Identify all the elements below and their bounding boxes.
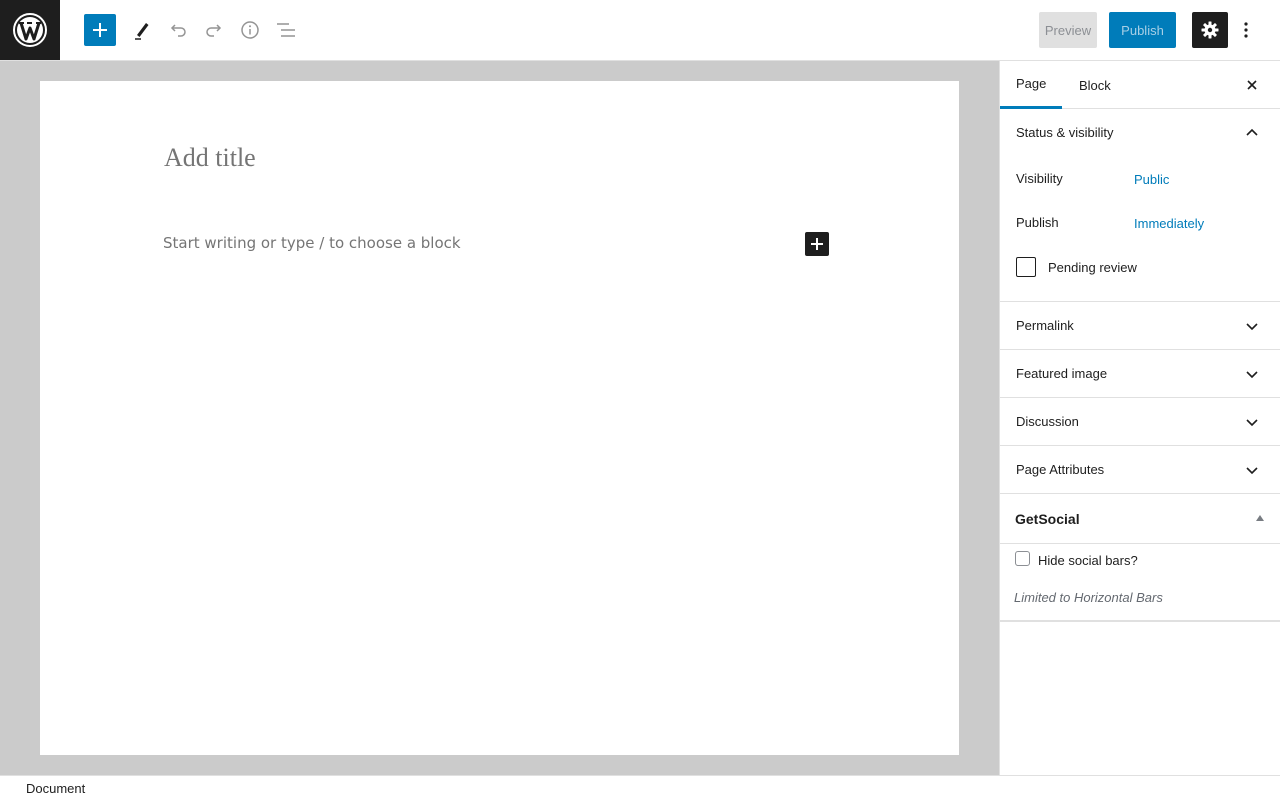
chevron-down-icon bbox=[1246, 419, 1258, 427]
settings-button[interactable] bbox=[1192, 12, 1228, 48]
chevron-down-icon bbox=[1246, 467, 1258, 475]
inline-add-block-button[interactable] bbox=[805, 232, 829, 256]
plus-icon bbox=[93, 23, 107, 37]
list-view-icon bbox=[277, 23, 295, 37]
list-view-button[interactable] bbox=[270, 14, 302, 46]
editor-toolbar: Preview Publish bbox=[0, 0, 1280, 61]
panel-title: Featured image bbox=[1016, 366, 1108, 381]
publish-label: Publish bbox=[1016, 215, 1059, 230]
editor-footer: Document bbox=[0, 775, 1280, 800]
visibility-label: Visibility bbox=[1016, 171, 1063, 186]
editor-canvas: Add title Start writing or type / to cho… bbox=[40, 81, 959, 755]
gear-icon bbox=[1201, 21, 1219, 39]
add-block-button[interactable] bbox=[84, 14, 116, 46]
chevron-down-icon bbox=[1246, 371, 1258, 379]
panel-title: Page Attributes bbox=[1016, 462, 1105, 477]
preview-button[interactable]: Preview bbox=[1039, 12, 1097, 48]
editor-canvas-area: Add title Start writing or type / to cho… bbox=[0, 61, 999, 775]
tools-button[interactable] bbox=[126, 14, 158, 46]
redo-button[interactable] bbox=[198, 14, 230, 46]
getsocial-title: GetSocial bbox=[1015, 510, 1080, 527]
more-vertical-icon bbox=[1244, 22, 1248, 38]
details-button[interactable] bbox=[234, 14, 266, 46]
getsocial-toggle[interactable]: GetSocial bbox=[1000, 494, 1280, 544]
block-appender[interactable]: Start writing or type / to choose a bloc… bbox=[163, 234, 461, 252]
status-visibility-toggle[interactable]: Status & visibility bbox=[1000, 109, 1280, 156]
publish-button[interactable]: Publish bbox=[1109, 12, 1176, 48]
breadcrumb-document[interactable]: Document bbox=[26, 781, 85, 796]
close-icon bbox=[1247, 80, 1257, 90]
pending-review-label: Pending review bbox=[1048, 260, 1137, 275]
publish-date-button[interactable]: Immediately bbox=[1134, 216, 1204, 231]
hide-social-bars-label: Hide social bars? bbox=[1038, 553, 1138, 568]
options-button[interactable] bbox=[1234, 12, 1258, 48]
status-visibility-panel: Status & visibility Visibility Public Pu… bbox=[1000, 109, 1280, 302]
sidebar-tabs: Page Block bbox=[1000, 61, 1280, 109]
settings-sidebar: Page Block Status & visibility Visibilit… bbox=[999, 61, 1280, 775]
panel-title: Status & visibility bbox=[1016, 125, 1114, 140]
tab-block[interactable]: Block bbox=[1079, 61, 1111, 109]
title-input[interactable]: Add title bbox=[164, 143, 256, 173]
tab-page[interactable]: Page bbox=[1000, 61, 1062, 109]
panel-title: Discussion bbox=[1016, 414, 1079, 429]
pencil-icon bbox=[135, 23, 149, 40]
visibility-value-button[interactable]: Public bbox=[1134, 172, 1169, 187]
getsocial-metabox: GetSocial Hide social bars? Limited to H… bbox=[1000, 494, 1280, 622]
hide-social-bars-checkbox[interactable] bbox=[1015, 551, 1030, 566]
page-attributes-panel[interactable]: Page Attributes bbox=[1000, 446, 1280, 494]
triangle-up-icon bbox=[1256, 515, 1264, 521]
info-icon bbox=[241, 21, 259, 39]
close-sidebar-button[interactable] bbox=[1240, 73, 1264, 97]
plus-icon bbox=[811, 238, 823, 250]
undo-button[interactable] bbox=[162, 14, 194, 46]
chevron-down-icon bbox=[1246, 323, 1258, 331]
pending-review-checkbox[interactable] bbox=[1016, 257, 1036, 277]
wordpress-logo-icon[interactable] bbox=[0, 0, 60, 60]
chevron-up-icon bbox=[1246, 128, 1258, 136]
featured-image-panel[interactable]: Featured image bbox=[1000, 350, 1280, 398]
discussion-panel[interactable]: Discussion bbox=[1000, 398, 1280, 446]
getsocial-note: Limited to Horizontal Bars bbox=[1014, 590, 1163, 605]
undo-icon bbox=[170, 24, 186, 37]
panel-title: Permalink bbox=[1016, 318, 1074, 333]
redo-icon bbox=[206, 24, 222, 37]
permalink-panel[interactable]: Permalink bbox=[1000, 302, 1280, 350]
